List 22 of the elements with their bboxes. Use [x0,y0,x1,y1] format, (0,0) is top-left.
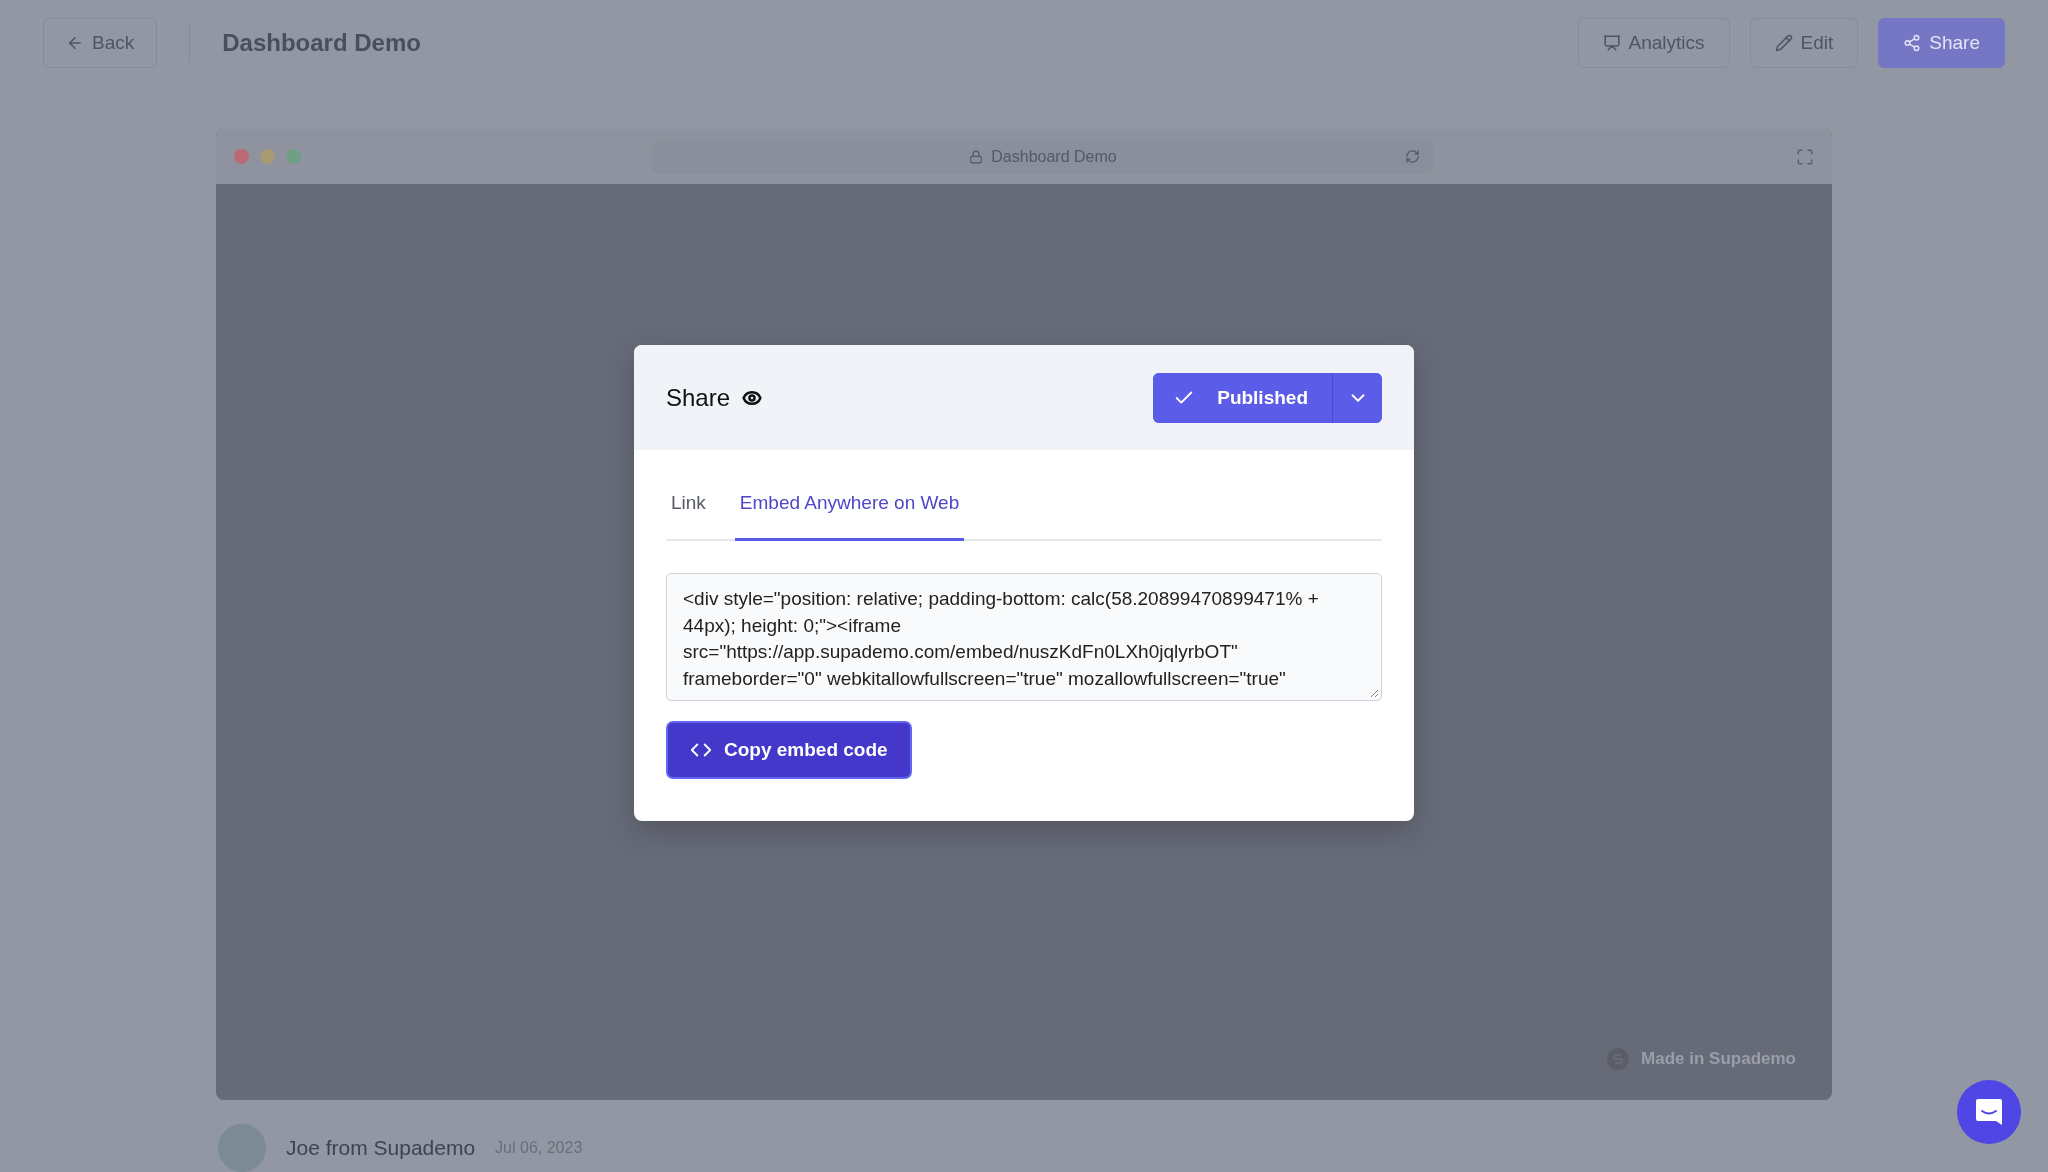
author-name: Joe from Supademo [286,1136,476,1160]
chat-bubble-icon [1974,1097,2004,1127]
analytics-button[interactable]: Analytics [1577,17,1730,68]
tab[interactable]: Link [666,474,711,541]
copy-embed-code-button[interactable]: Copy embed code [666,721,912,779]
dialog-title: Share [666,383,731,412]
share-icon [1903,33,1922,52]
zoom-dot-icon [286,149,301,165]
tab[interactable]: Embed Anywhere on Web [734,474,965,541]
embed-code-field[interactable]: <div style="position: relative; padding-bottom: calc(58.20899470899471% + 44px); height: 0;"><iframe src="https://app.supademo.com/embed/nuszKdFn0LXh0jqlyrbOT" frameborder="0" webkitallowfullscreen="true" mozallowfullscreen="true" [666,573,1382,701]
share-button[interactable]: Share [1878,17,2005,68]
dropdown-button[interactable] [1332,372,1382,423]
resize-grip-icon [1369,688,1379,698]
close-dot-icon [234,149,249,165]
edit-button[interactable]: Edit [1749,17,1859,68]
presentation-board-icon [1602,33,1621,52]
reload-icon [1405,148,1420,164]
pencil-icon [1774,33,1793,52]
page-title: Dashboard Demo [222,28,422,57]
minimize-dot-icon [260,149,275,165]
lock-icon [969,149,984,164]
back-button[interactable]: Back [43,17,158,68]
